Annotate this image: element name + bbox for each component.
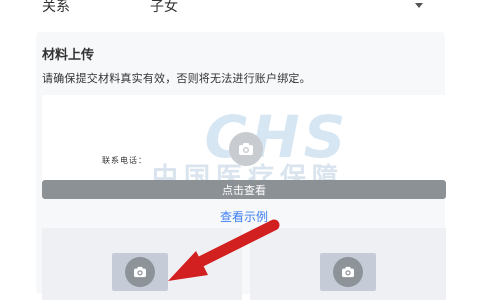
bind-account-page: 关系 子女 材料上传 请确保提交材料真实有效，否则将无法进行账户绑定。 CHS …: [0, 0, 480, 300]
phone-label: 联系电话：: [102, 156, 147, 165]
view-button[interactable]: 点击查看: [42, 180, 446, 199]
sample-preview: CHS 中国医疗保障 联系电话： 点击查看: [42, 95, 446, 199]
camera-glyph: [134, 266, 146, 278]
camera-glyph: [239, 143, 253, 155]
upload-thumb-bg: [320, 253, 376, 291]
camera-icon[interactable]: [229, 132, 263, 166]
chevron-down-icon[interactable]: [415, 3, 423, 8]
relation-value[interactable]: 子女: [150, 0, 178, 14]
section-title: 材料上传: [42, 48, 95, 63]
section-description: 请确保提交材料真实有效，否则将无法进行账户绑定。: [42, 72, 311, 85]
relation-label: 关系: [42, 0, 70, 15]
camera-icon[interactable]: [333, 257, 363, 287]
relation-select[interactable]: 关系 子女: [0, 0, 480, 22]
chs-logo-watermark: CHS: [205, 107, 350, 163]
red-arrow-annotation: [168, 219, 280, 281]
camera-glyph: [342, 266, 354, 278]
chs-logo-text: CHS: [205, 107, 350, 163]
